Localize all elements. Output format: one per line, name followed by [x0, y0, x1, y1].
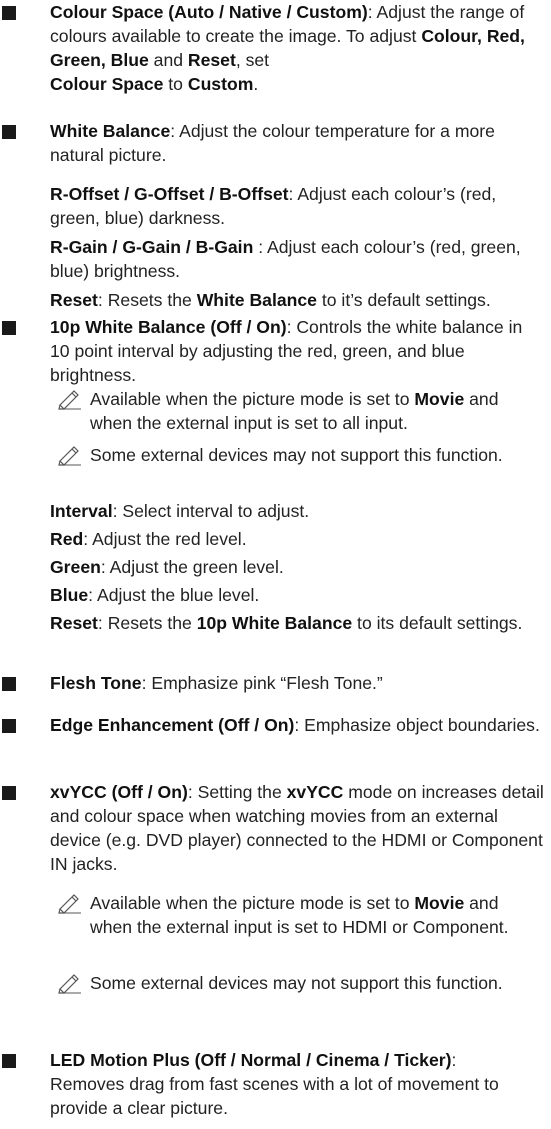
- note-text: Some external devices may not support th…: [90, 971, 540, 995]
- separator: :: [88, 585, 97, 605]
- bold-term: Movie: [414, 389, 465, 409]
- red-text: Red: Adjust the red level.: [50, 527, 545, 551]
- text: Available when the picture mode is set t…: [90, 389, 415, 409]
- square-bullet-icon: [2, 677, 16, 691]
- bold-term: Reset: [187, 50, 236, 70]
- blue-desc: Adjust the blue level.: [96, 585, 260, 605]
- edge-enhancement-term: Edge Enhancement (Off / On): [50, 715, 295, 735]
- pencil-note-icon: [58, 974, 81, 994]
- interval-text: Interval: Select interval to adjust.: [50, 499, 545, 523]
- separator: :: [83, 529, 93, 549]
- red-term: Red: [50, 529, 84, 549]
- 10p-white-balance-term: 10p White Balance (Off / On): [50, 317, 287, 337]
- text: .: [253, 74, 259, 94]
- note-text: Available when the picture mode is set t…: [90, 387, 540, 435]
- bold-term: White Balance: [196, 290, 317, 310]
- flesh-tone-desc: Emphasize pink “Flesh Tone.”: [151, 673, 383, 693]
- edge-enhancement-desc: Emphasize object boundaries.: [304, 715, 540, 735]
- separator: :: [97, 613, 108, 633]
- green-term: Green: [50, 557, 101, 577]
- reset-term: Reset: [50, 290, 98, 310]
- xvycc-text: xvYCC (Off / On): Setting the xvYCC mode…: [50, 780, 545, 876]
- blue-text: Blue: Adjust the blue level.: [50, 583, 545, 607]
- separator: :: [253, 237, 268, 257]
- text: and: [148, 50, 188, 70]
- bold-term: Movie: [414, 893, 465, 913]
- led-motion-plus-term: LED Motion Plus (Off / Normal / Cinema /…: [50, 1050, 452, 1070]
- text: , set: [235, 50, 270, 70]
- separator: :: [294, 715, 305, 735]
- green-text: Green: Adjust the green level.: [50, 555, 545, 579]
- separator: :: [187, 782, 198, 802]
- wb-reset-text: Reset: Resets the White Balance to it’s …: [50, 288, 545, 312]
- square-bullet-icon: [2, 125, 16, 139]
- bold-term: Colour Space: [50, 74, 164, 94]
- colour-space-term: Colour Space (Auto / Native / Custom): [50, 2, 368, 22]
- interval-term: Interval: [50, 501, 113, 521]
- led-motion-plus-desc: Removes drag from fast scenes with a lot…: [50, 1074, 499, 1118]
- separator: :: [288, 184, 298, 204]
- square-bullet-icon: [2, 321, 16, 335]
- pencil-note-icon: [58, 390, 81, 410]
- xvycc-term: xvYCC (Off / On): [50, 782, 188, 802]
- text: Some external devices may not support th…: [90, 973, 503, 993]
- gain-text: R-Gain / G-Gain / B-Gain : Adjust each c…: [50, 235, 545, 283]
- separator: :: [451, 1050, 457, 1070]
- 10p-white-balance-text: 10p White Balance (Off / On): Controls t…: [50, 315, 545, 387]
- text: Resets the: [107, 290, 197, 310]
- reset-term: Reset: [50, 613, 98, 633]
- bold-term: Custom: [187, 74, 254, 94]
- flesh-tone-term: Flesh Tone: [50, 673, 142, 693]
- square-bullet-icon: [2, 1054, 16, 1068]
- separator: :: [286, 317, 297, 337]
- offset-text: R-Offset / G-Offset / B-Offset: Adjust e…: [50, 182, 545, 230]
- 10p-reset-text: Reset: Resets the 10p White Balance to i…: [50, 611, 545, 635]
- bold-term: 10p White Balance: [196, 613, 353, 633]
- square-bullet-icon: [2, 786, 16, 800]
- pencil-note-icon: [58, 894, 81, 914]
- text: Setting the: [197, 782, 287, 802]
- gain-term: R-Gain / G-Gain / B-Gain: [50, 237, 254, 257]
- separator: :: [100, 557, 110, 577]
- square-bullet-icon: [2, 719, 16, 733]
- blue-term: Blue: [50, 585, 89, 605]
- bold-term: xvYCC: [286, 782, 344, 802]
- white-balance-term: White Balance: [50, 121, 171, 141]
- edge-enhancement-text: Edge Enhancement (Off / On): Emphasize o…: [50, 713, 545, 737]
- manual-page: Colour Space (Auto / Native / Custom): A…: [0, 0, 551, 1129]
- text: Some external devices may not support th…: [90, 445, 503, 465]
- separator: :: [141, 673, 152, 693]
- note-text: Some external devices may not support th…: [90, 443, 540, 467]
- note-text: Available when the picture mode is set t…: [90, 891, 540, 939]
- separator: :: [97, 290, 108, 310]
- text: to: [163, 74, 188, 94]
- interval-desc: Select interval to adjust.: [122, 501, 310, 521]
- red-desc: Adjust the red level.: [92, 529, 247, 549]
- text: Available when the picture mode is set t…: [90, 893, 415, 913]
- separator: :: [367, 2, 377, 22]
- separator: :: [112, 501, 123, 521]
- text: to it’s default settings.: [316, 290, 491, 310]
- led-motion-plus-text: LED Motion Plus (Off / Normal / Cinema /…: [50, 1048, 545, 1120]
- flesh-tone-text: Flesh Tone: Emphasize pink “Flesh Tone.”: [50, 671, 545, 695]
- green-desc: Adjust the green level.: [109, 557, 284, 577]
- white-balance-text: White Balance: Adjust the colour tempera…: [50, 119, 545, 167]
- text: to its default settings.: [352, 613, 523, 633]
- pencil-note-icon: [58, 446, 81, 466]
- square-bullet-icon: [2, 6, 16, 20]
- text: Resets the: [107, 613, 197, 633]
- offset-term: R-Offset / G-Offset / B-Offset: [50, 184, 289, 204]
- colour-space-text: Colour Space (Auto / Native / Custom): A…: [50, 0, 545, 96]
- separator: :: [170, 121, 180, 141]
